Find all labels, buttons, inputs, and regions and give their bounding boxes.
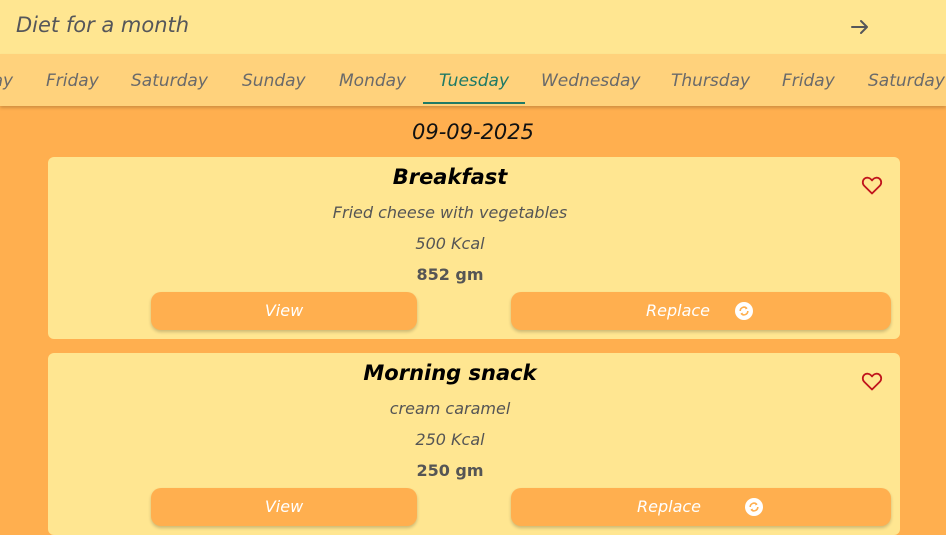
active-tab-indicator — [423, 102, 525, 104]
tab-saturday-next[interactable]: Saturday — [868, 71, 945, 91]
app-bar: Diet for a month — [0, 0, 946, 54]
arrow-right-icon[interactable] — [848, 15, 872, 39]
heart-outline-icon[interactable] — [860, 369, 884, 393]
tab-saturday[interactable]: Saturday — [131, 71, 208, 91]
replace-button-label: Replace — [637, 497, 702, 516]
meal-kcal: 250 Kcal — [415, 430, 485, 449]
page-title: Diet for a month — [16, 13, 190, 37]
heart-outline-icon[interactable] — [860, 173, 884, 197]
meal-weight: 250 gm — [416, 461, 484, 480]
refresh-circle-icon — [745, 498, 763, 516]
day-tabs: Thursday Friday Saturday Sunday Monday T… — [0, 54, 946, 106]
meal-weight: 852 gm — [416, 265, 484, 284]
tab-friday[interactable]: Friday — [46, 71, 99, 91]
tab-thursday-next[interactable]: Thursday — [671, 71, 750, 91]
replace-button[interactable]: Replace — [511, 292, 891, 330]
refresh-circle-icon — [735, 302, 753, 320]
meal-title: Morning snack — [363, 361, 537, 385]
meal-kcal: 500 Kcal — [415, 234, 485, 253]
meal-title: Breakfast — [392, 165, 508, 189]
view-button[interactable]: View — [151, 292, 417, 330]
view-button-label: View — [264, 497, 304, 516]
replace-button[interactable]: Replace — [511, 488, 891, 526]
replace-button-label: Replace — [646, 301, 711, 320]
tab-thursday[interactable]: Thursday — [0, 71, 13, 91]
tab-friday-next[interactable]: Friday — [782, 71, 835, 91]
view-button[interactable]: View — [151, 488, 417, 526]
tab-sunday[interactable]: Sunday — [242, 71, 306, 91]
meal-card-morning-snack: Morning snack cream caramel 250 Kcal 250… — [48, 353, 900, 535]
tab-tuesday[interactable]: Tuesday — [439, 71, 509, 91]
meal-name: Fried cheese with vegetables — [332, 203, 568, 222]
view-button-label: View — [264, 301, 304, 320]
meal-card-breakfast: Breakfast Fried cheese with vegetables 5… — [48, 157, 900, 339]
tab-monday[interactable]: Monday — [339, 71, 406, 91]
tab-wednesday[interactable]: Wednesday — [541, 71, 640, 91]
meal-name: cream caramel — [389, 399, 511, 418]
selected-date: 09-09-2025 — [411, 120, 535, 144]
